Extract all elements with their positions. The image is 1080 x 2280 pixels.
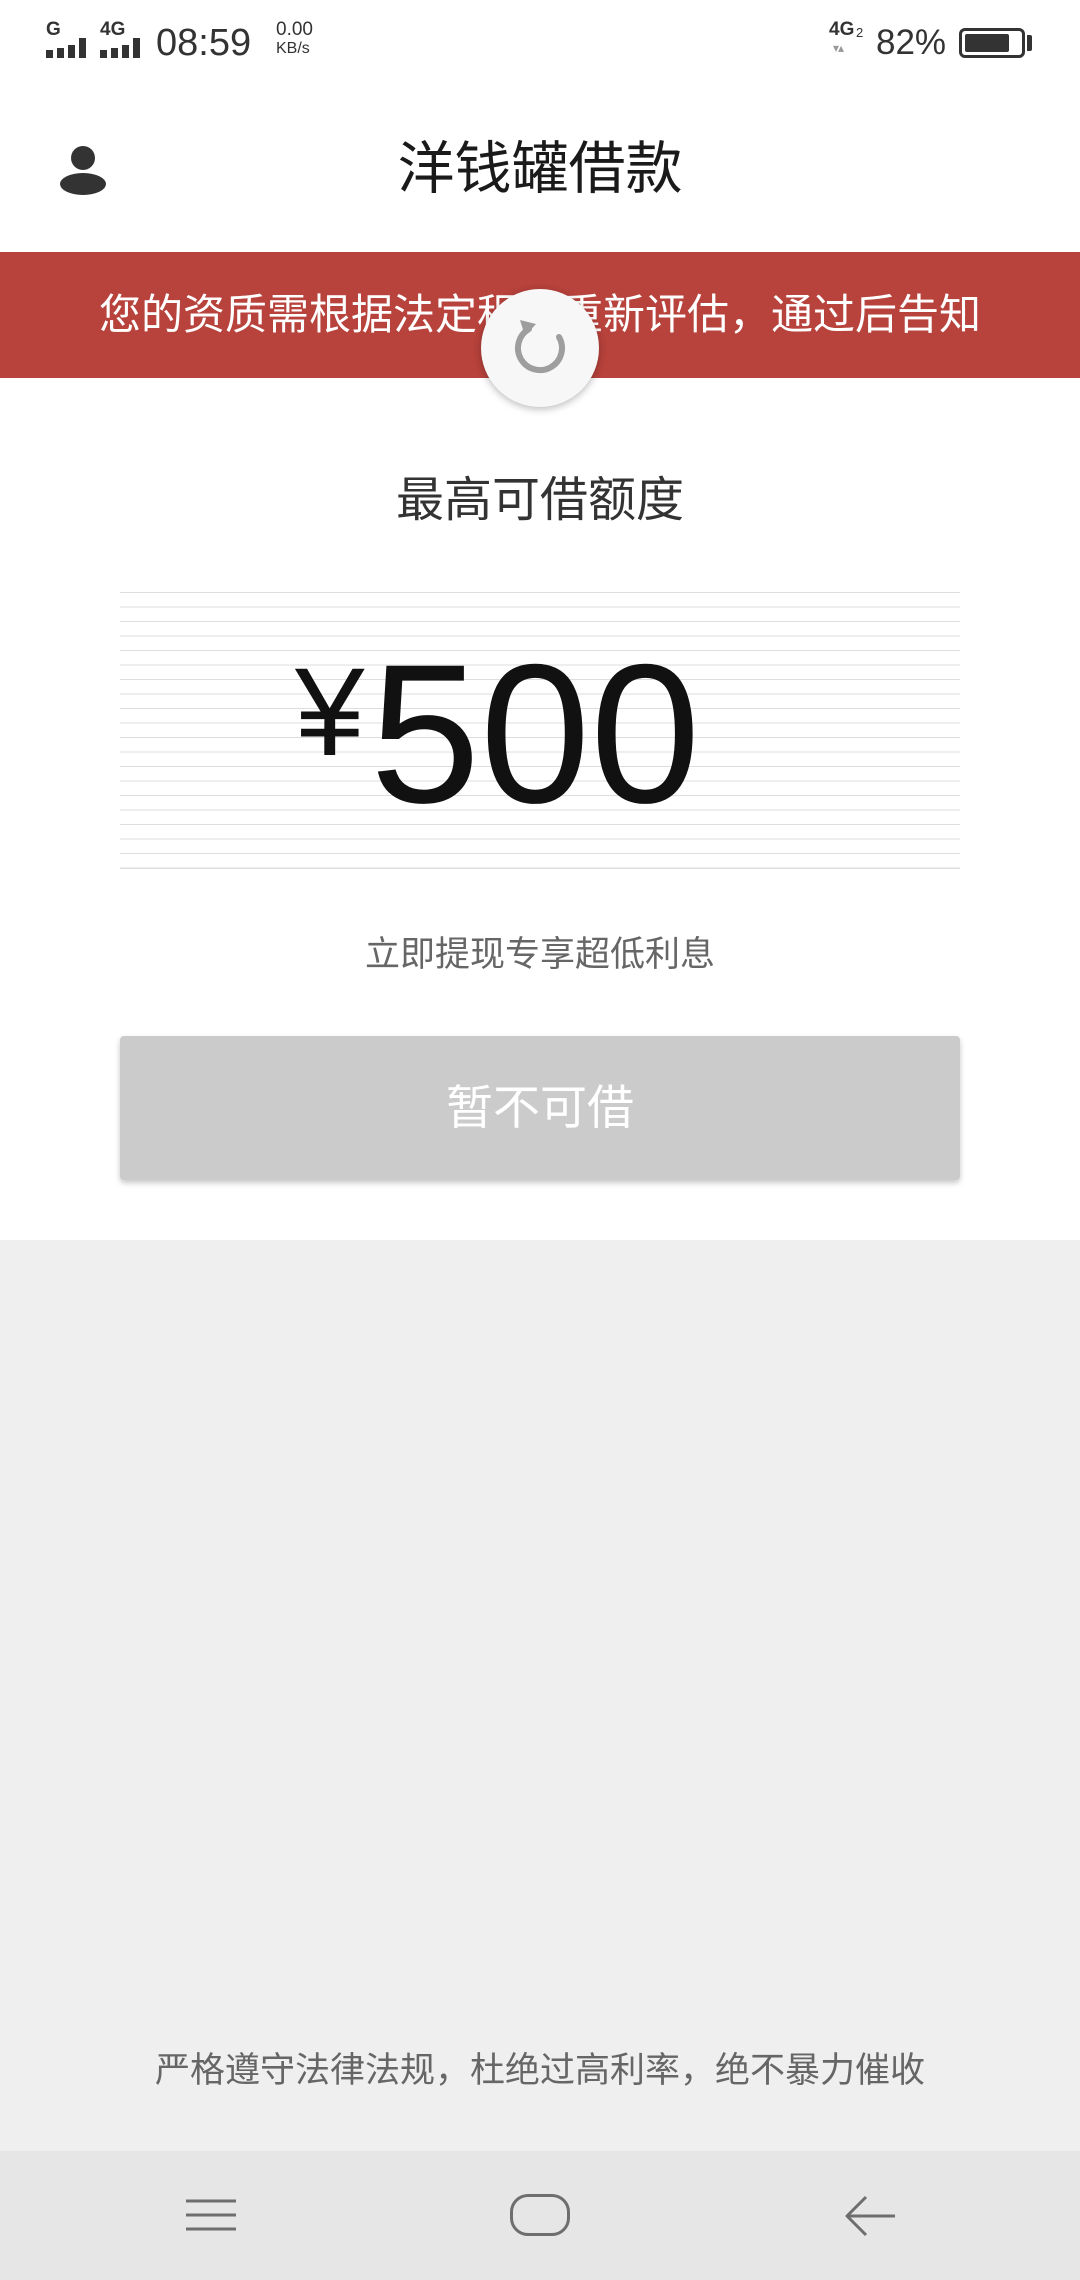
data-activity-icon: 4G 2 ▾▴ <box>829 20 869 60</box>
amount-panel: ¥ 500 <box>120 592 960 869</box>
network-speed: 0.00 KB/s <box>276 20 336 58</box>
page-title: 洋钱罐借款 <box>397 137 683 201</box>
status-bar: G 4G 08:59 0.00 KB/s 4G 2 ▾▴ 82% <box>0 0 1080 87</box>
network-speed-value: 0.00 <box>276 19 313 40</box>
credit-amount: 500 <box>370 623 701 844</box>
home-icon[interactable] <box>510 2194 570 2236</box>
network-type-label: 4G <box>829 19 855 40</box>
compliance-notice: 严格遵守法律法规，杜绝过高利率，绝不暴力催收 <box>154 2051 925 2090</box>
battery-percent: 82% <box>876 23 947 62</box>
signal-bar <box>111 48 118 58</box>
interest-subtitle: 立即提现专享超低利息 <box>364 935 715 974</box>
signal-bar <box>79 38 86 58</box>
signal-bar <box>57 48 64 58</box>
signal-bar <box>68 45 75 58</box>
app-header: 洋钱罐借款 <box>0 87 1080 252</box>
sim2-network-label: 4G <box>100 19 126 40</box>
refresh-spinner-icon <box>481 289 599 407</box>
clock: 08:59 <box>156 22 252 64</box>
signal-bar <box>122 45 129 58</box>
system-nav-bar <box>0 2151 1080 2280</box>
credit-limit-label: 最高可借额度 <box>395 474 684 527</box>
network-speed-unit: KB/s <box>276 40 310 57</box>
sim1-signal-icon: G <box>46 20 92 58</box>
person-icon[interactable] <box>59 145 107 195</box>
signal-bar <box>133 38 140 58</box>
currency-symbol: ¥ <box>295 643 365 782</box>
signal-bar <box>100 50 107 58</box>
up-down-arrows-icon: ▾▴ <box>833 41 844 55</box>
battery-icon <box>959 28 1025 58</box>
back-icon[interactable] <box>843 2193 897 2239</box>
sim1-network-label: G <box>46 19 61 40</box>
battery-fill <box>965 34 1009 52</box>
menu-icon[interactable] <box>185 2195 237 2235</box>
signal-bar <box>46 50 53 58</box>
borrow-button[interactable]: 暂不可借 <box>120 1036 960 1180</box>
battery-tip <box>1027 35 1032 51</box>
credit-card-section: 最高可借额度 ¥ 500 立即提现专享超低利息 暂不可借 <box>0 378 1080 1240</box>
sim2-signal-icon: 4G <box>100 20 146 58</box>
network-sim-label: 2 <box>856 25 864 40</box>
